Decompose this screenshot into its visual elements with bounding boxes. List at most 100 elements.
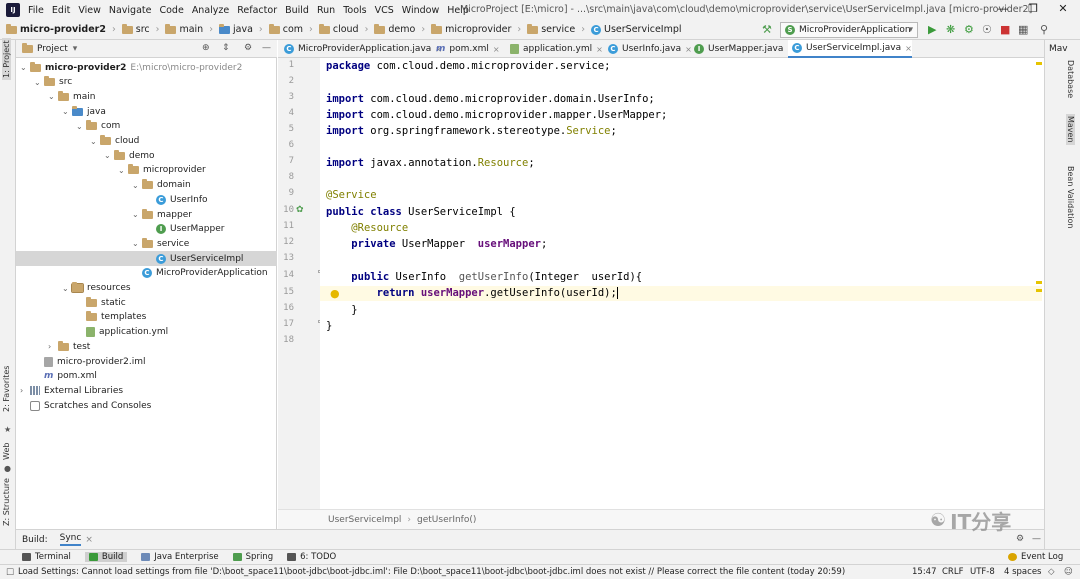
project-structure-icon[interactable]: ▦ — [1018, 23, 1028, 36]
warning-marker[interactable] — [1036, 281, 1042, 284]
project-panel-title[interactable]: Project — [37, 44, 68, 54]
breadcrumb-src[interactable]: src › — [116, 23, 159, 35]
tree-item[interactable]: C UserInfo — [16, 192, 277, 207]
java-enterprise-tool-button[interactable]: Java Enterprise — [141, 552, 219, 562]
lock-icon[interactable]: ◇ — [1048, 567, 1055, 577]
tab-microproviderapplication[interactable]: C MicroProviderApplication.java × — [280, 40, 442, 58]
terminal-tool-button[interactable]: Terminal — [22, 552, 71, 562]
spring-tool-button[interactable]: Spring — [232, 552, 273, 562]
tree-item[interactable]: ⌄ demo — [16, 148, 277, 163]
breadcrumb-class[interactable]: UserServiceImpl — [328, 515, 401, 525]
tree-item[interactable]: ⌄ domain — [16, 178, 277, 193]
tree-item[interactable]: › test — [16, 339, 277, 354]
project-tool-button[interactable]: 1: Project — [2, 38, 11, 80]
coverage-icon[interactable]: ⚙ — [964, 23, 974, 36]
restore-icon[interactable]: ❐ — [1018, 2, 1048, 18]
inspection-ok-marker[interactable] — [1036, 62, 1042, 65]
menu-build[interactable]: Build — [285, 5, 309, 16]
close-tab-icon[interactable]: × — [493, 45, 500, 54]
search-everywhere-icon[interactable]: ⚲ — [1040, 23, 1048, 36]
tree-item[interactable]: ⌄ main — [16, 89, 277, 104]
run-icon[interactable]: ▶ — [928, 23, 936, 36]
tab-userserviceimpl[interactable]: C UserServiceImpl.java × — [788, 40, 912, 58]
collapsed-arrow-icon[interactable]: › — [20, 386, 30, 395]
indent-setting[interactable]: 4 spaces — [1004, 567, 1041, 577]
tree-item[interactable]: application.yml — [16, 325, 277, 340]
chevron-down-icon[interactable]: ▾ — [73, 44, 78, 54]
menu-code[interactable]: Code — [159, 5, 183, 16]
breadcrumb-cloud[interactable]: cloud › — [313, 23, 368, 35]
tree-item[interactable]: C MicroProviderApplication — [16, 266, 277, 281]
profiler-icon[interactable]: ☉ — [982, 23, 992, 36]
expanded-arrow-icon[interactable]: ⌄ — [62, 284, 72, 293]
breadcrumb-module[interactable]: micro-provider2 › — [0, 23, 116, 35]
tree-item[interactable]: static — [16, 295, 277, 310]
collapsed-arrow-icon[interactable]: › — [48, 342, 58, 351]
close-icon[interactable]: ✕ — [1048, 2, 1078, 18]
bean-validation-tool-button[interactable]: Bean Validation — [1066, 166, 1075, 228]
maven-tab-truncated[interactable]: Mav — [1049, 44, 1068, 54]
tree-item[interactable]: ⌄ service — [16, 236, 277, 251]
debug-icon[interactable]: ❋ — [946, 23, 955, 36]
breadcrumb-demo[interactable]: demo › — [368, 23, 425, 35]
tab-sync[interactable]: Sync — [59, 533, 82, 546]
tree-item[interactable]: I UserMapper — [16, 222, 277, 237]
expanded-arrow-icon[interactable]: ⌄ — [20, 63, 30, 72]
expanded-arrow-icon[interactable]: ⌄ — [90, 137, 100, 146]
menu-window[interactable]: Window — [402, 5, 439, 16]
tab-pom-xml[interactable]: m pom.xml × — [432, 40, 500, 58]
tab-userinfo[interactable]: C UserInfo.java × — [604, 40, 692, 58]
menu-analyze[interactable]: Analyze — [192, 5, 229, 16]
code-editor[interactable]: ● package com.cloud.demo.microprovider.s… — [320, 58, 1044, 509]
stop-icon[interactable]: ■ — [1000, 23, 1010, 36]
menu-file[interactable]: File — [28, 5, 44, 16]
gear-icon[interactable]: ⚙ — [244, 43, 252, 53]
expanded-arrow-icon[interactable]: ⌄ — [132, 181, 142, 190]
database-tool-button[interactable]: Database — [1066, 60, 1075, 98]
breadcrumb-main[interactable]: main › — [159, 23, 213, 35]
collapse-all-icon[interactable]: ⇕ — [222, 43, 230, 53]
tree-item[interactable]: ⌄ microprovider — [16, 163, 277, 178]
caret-position[interactable]: 15:47 — [912, 567, 937, 577]
tree-item[interactable]: Scratches and Consoles — [16, 398, 277, 413]
tree-item[interactable]: C UserServiceImpl — [16, 251, 277, 267]
structure-tool-button[interactable]: Z: Structure — [2, 478, 11, 526]
expanded-arrow-icon[interactable]: ⌄ — [132, 210, 142, 219]
inspector-icon[interactable]: ☺ — [1064, 567, 1073, 577]
tab-application-yml[interactable]: application.yml × — [506, 40, 603, 58]
close-tab-icon[interactable]: × — [596, 45, 603, 54]
breadcrumb-java[interactable]: java › — [213, 23, 263, 35]
expanded-arrow-icon[interactable]: ⌄ — [62, 107, 72, 116]
status-message[interactable]: Load Settings: Cannot load settings from… — [18, 567, 898, 577]
todo-tool-button[interactable]: 6: TODO — [287, 552, 336, 562]
warning-marker[interactable] — [1036, 289, 1042, 292]
menu-vcs[interactable]: VCS — [375, 5, 394, 16]
tree-item[interactable]: ⌄ java — [16, 104, 277, 119]
event-log-tool-button[interactable]: Event Log — [1008, 552, 1063, 562]
tab-usermapper[interactable]: IUserMapper.java× — [690, 40, 794, 58]
breadcrumb-service[interactable]: service › — [521, 23, 585, 35]
menu-view[interactable]: View — [78, 5, 101, 16]
spring-bean-gutter-icon[interactable]: ✿ — [296, 205, 304, 215]
close-tab-icon[interactable]: × — [85, 535, 93, 545]
favorites-tool-button[interactable]: 2: Favorites — [2, 366, 11, 412]
menu-refactor[interactable]: Refactor — [237, 5, 277, 16]
expanded-arrow-icon[interactable]: ⌄ — [34, 78, 44, 87]
tree-item[interactable]: ⌄ cloud — [16, 134, 277, 149]
close-tab-icon[interactable]: × — [905, 44, 912, 53]
expanded-arrow-icon[interactable]: ⌄ — [118, 166, 128, 175]
tree-item[interactable]: ⌄ mapper — [16, 207, 277, 222]
breadcrumb-microprovider[interactable]: microprovider › — [425, 23, 521, 35]
expanded-arrow-icon[interactable]: ⌄ — [48, 92, 58, 101]
expanded-arrow-icon[interactable]: ⌄ — [104, 151, 114, 160]
expanded-arrow-icon[interactable]: ⌄ — [132, 239, 142, 248]
tree-item[interactable]: ⌄ com — [16, 119, 277, 134]
breadcrumb-method[interactable]: getUserInfo() — [417, 515, 476, 525]
tree-item[interactable]: m pom.xml — [16, 369, 277, 384]
tree-item[interactable]: ⌄ micro-provider2 E:\micro\micro-provider2 — [16, 60, 277, 75]
locate-target-icon[interactable]: ⊕ — [202, 43, 210, 53]
tree-item[interactable]: › External Libraries — [16, 383, 277, 398]
tree-item[interactable]: ⌄ src — [16, 75, 277, 90]
build-hammer-icon[interactable]: ⚒ — [762, 23, 772, 36]
breadcrumb-class[interactable]: C UserServiceImpl — [585, 24, 682, 35]
